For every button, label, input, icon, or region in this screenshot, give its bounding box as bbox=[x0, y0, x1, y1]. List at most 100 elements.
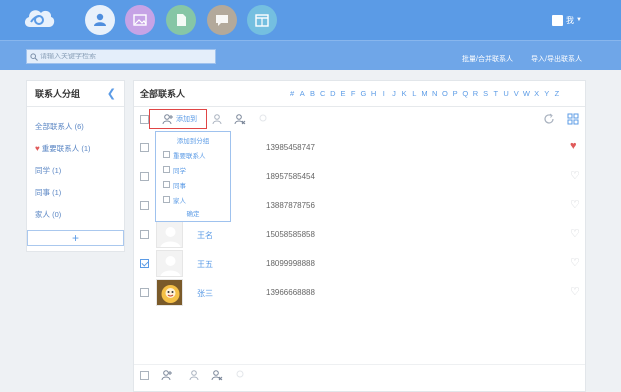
group-item[interactable]: 同学 (1) bbox=[27, 159, 124, 181]
remove-person-icon[interactable] bbox=[234, 113, 246, 125]
nav-files-button[interactable] bbox=[166, 5, 196, 35]
dropdown-confirm-button[interactable]: 确定 bbox=[156, 208, 230, 218]
bottom-add-person-icon[interactable] bbox=[161, 369, 173, 381]
dropdown-option[interactable]: 同事 bbox=[156, 177, 230, 192]
refresh-icon[interactable] bbox=[543, 113, 555, 125]
letter-index-item[interactable]: V bbox=[511, 89, 521, 98]
nav-contacts-button[interactable] bbox=[85, 5, 115, 35]
group-item[interactable]: 家人 (0) bbox=[27, 203, 124, 225]
letter-index-item[interactable]: K bbox=[399, 89, 409, 98]
sub-bar: 批量/合并联系人 导入/导出联系人 bbox=[0, 40, 621, 70]
dropdown-option-checkbox[interactable] bbox=[163, 196, 170, 203]
image-icon bbox=[133, 14, 147, 26]
contact-checkbox[interactable] bbox=[140, 172, 149, 181]
dropdown-option-label: 重要联系人 bbox=[173, 152, 206, 160]
add-to-group-button[interactable]: 添加到 bbox=[149, 109, 207, 129]
dropdown-option[interactable]: 同学 bbox=[156, 162, 230, 177]
contact-name[interactable]: 王名 bbox=[197, 230, 213, 241]
letter-index-item[interactable]: G bbox=[358, 89, 368, 98]
document-icon bbox=[177, 14, 186, 26]
contact-avatar bbox=[156, 221, 183, 248]
group-item-label: 同事 (1) bbox=[35, 187, 62, 197]
contact-avatar bbox=[156, 250, 183, 277]
search-box[interactable] bbox=[26, 49, 216, 64]
favorite-heart-icon[interactable]: ♥ bbox=[570, 140, 577, 152]
letter-index-item[interactable]: E bbox=[338, 89, 348, 98]
letter-index-item[interactable]: A bbox=[297, 89, 307, 98]
nav-messages-button[interactable] bbox=[207, 5, 237, 35]
favorite-heart-icon[interactable]: ♡ bbox=[570, 285, 580, 298]
grid-view-icon[interactable] bbox=[567, 113, 579, 125]
letter-index-item[interactable]: X bbox=[532, 89, 542, 98]
letter-index-item[interactable]: P bbox=[450, 89, 460, 98]
letter-index-item[interactable]: W bbox=[521, 89, 531, 98]
user-menu[interactable]: 我 ▼ bbox=[552, 13, 582, 27]
letter-index-item[interactable]: I bbox=[379, 89, 389, 98]
letter-index-item[interactable]: Q bbox=[460, 89, 470, 98]
letter-index-item[interactable]: J bbox=[389, 89, 399, 98]
nav-photos-button[interactable] bbox=[125, 5, 155, 35]
user-avatar-icon bbox=[552, 14, 563, 26]
collapse-chevron-icon[interactable]: ❮ bbox=[107, 87, 116, 100]
contact-row[interactable]: 王名 15058585858 ♡ bbox=[134, 220, 585, 249]
contact-avatar bbox=[156, 279, 183, 306]
group-item-label: 家人 (0) bbox=[35, 209, 62, 219]
group-item[interactable]: ♥ 重要联系人 (1) bbox=[27, 137, 124, 159]
favorite-heart-icon[interactable]: ♡ bbox=[570, 169, 580, 182]
select-all-checkbox[interactable] bbox=[140, 115, 149, 124]
contact-checkbox[interactable] bbox=[140, 201, 149, 210]
dropdown-option-checkbox[interactable] bbox=[163, 166, 170, 173]
letter-index-item[interactable]: C bbox=[318, 89, 328, 98]
add-group-button[interactable]: + bbox=[27, 230, 124, 246]
letter-index-item[interactable]: S bbox=[481, 89, 491, 98]
bottom-edit-person-icon[interactable] bbox=[189, 369, 201, 381]
dropdown-option-checkbox[interactable] bbox=[163, 151, 170, 158]
dropdown-option[interactable]: 家人 bbox=[156, 192, 230, 207]
group-item-label: 全部联系人 (6) bbox=[35, 121, 84, 131]
letter-index-item[interactable]: B bbox=[307, 89, 317, 98]
add-to-group-dropdown: 添加到分组 重要联系人 同学 同事 家人 确定 bbox=[155, 131, 231, 222]
search-input[interactable] bbox=[40, 53, 210, 60]
dropdown-option[interactable]: 重要联系人 bbox=[156, 147, 230, 162]
letter-index-item[interactable]: Z bbox=[552, 89, 562, 98]
favorite-heart-icon[interactable]: ♡ bbox=[570, 227, 580, 240]
bottom-search-person-icon[interactable] bbox=[235, 369, 247, 381]
favorite-heart-icon[interactable]: ♡ bbox=[570, 198, 580, 211]
letter-index-item[interactable]: L bbox=[409, 89, 419, 98]
favorite-heart-icon[interactable]: ♡ bbox=[570, 256, 580, 269]
contact-checkbox[interactable] bbox=[140, 259, 149, 268]
edit-person-icon[interactable] bbox=[212, 113, 224, 125]
letter-index: # A B C D E F G H I J K L M N O P Q R S T U V W X Y Z bbox=[287, 89, 562, 98]
contact-name[interactable]: 张三 bbox=[197, 288, 213, 299]
bottom-select-all-checkbox[interactable] bbox=[140, 371, 149, 380]
group-panel-title: 联系人分组 bbox=[35, 89, 81, 99]
letter-index-item[interactable]: D bbox=[328, 89, 338, 98]
letter-index-item[interactable]: N bbox=[430, 89, 440, 98]
bottom-remove-person-icon[interactable] bbox=[211, 369, 223, 381]
letter-index-item[interactable]: Y bbox=[542, 89, 552, 98]
letter-index-item[interactable]: O bbox=[440, 89, 450, 98]
dropdown-option-checkbox[interactable] bbox=[163, 181, 170, 188]
letter-index-item[interactable]: R bbox=[470, 89, 480, 98]
letter-index-item[interactable]: T bbox=[491, 89, 501, 98]
search-person-icon[interactable] bbox=[258, 113, 270, 125]
top-toolbar: 添加到 bbox=[134, 109, 585, 131]
contact-row[interactable]: 张三 13966668888 ♡ bbox=[134, 278, 585, 307]
letter-index-item[interactable]: H bbox=[369, 89, 379, 98]
letter-index-item[interactable]: U bbox=[501, 89, 511, 98]
contact-checkbox[interactable] bbox=[140, 288, 149, 297]
letter-index-item[interactable]: # bbox=[287, 89, 297, 98]
letter-index-item[interactable]: F bbox=[348, 89, 358, 98]
heart-icon: ♥ bbox=[35, 143, 40, 153]
merge-contacts-link[interactable]: 批量/合并联系人 bbox=[462, 54, 513, 64]
contact-row[interactable]: 王五 18099998888 ♡ bbox=[134, 249, 585, 278]
contact-name[interactable]: 王五 bbox=[197, 259, 213, 270]
contact-checkbox[interactable] bbox=[140, 143, 149, 152]
nav-calendar-button[interactable] bbox=[247, 5, 277, 35]
contact-checkbox[interactable] bbox=[140, 230, 149, 239]
group-item[interactable]: 全部联系人 (6) bbox=[27, 115, 124, 137]
import-export-link[interactable]: 导入/导出联系人 bbox=[531, 54, 582, 64]
letter-index-item[interactable]: M bbox=[419, 89, 429, 98]
group-item[interactable]: 同事 (1) bbox=[27, 181, 124, 203]
contact-phone: 13966668888 bbox=[266, 288, 315, 297]
